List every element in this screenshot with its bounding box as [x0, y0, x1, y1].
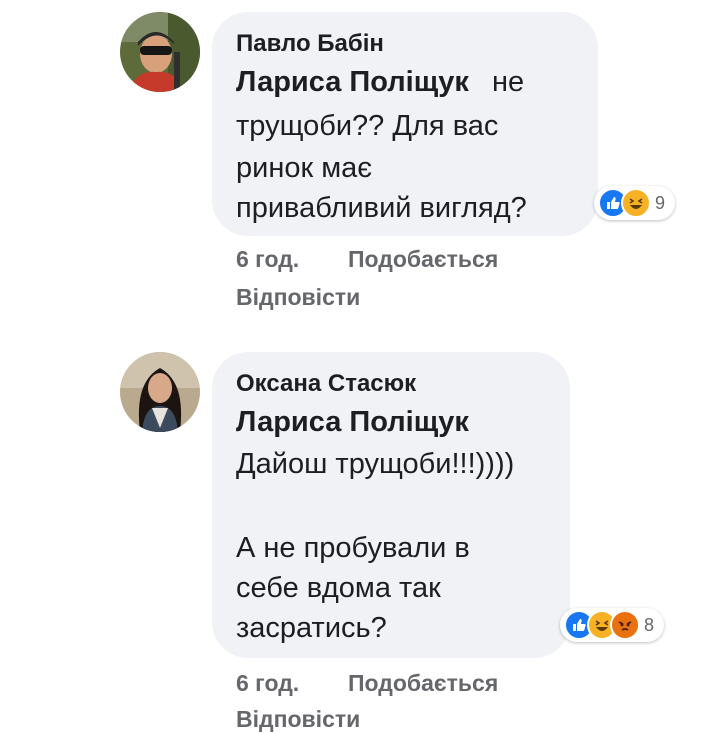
reply-button[interactable]: Відповісти — [236, 706, 360, 733]
avatar[interactable] — [120, 12, 200, 92]
comment-author[interactable]: Оксана Стасюк — [236, 370, 416, 398]
comment-text-line: засратись? — [236, 612, 387, 644]
mention-link[interactable]: Лариса Поліщук — [236, 66, 469, 99]
like-button[interactable]: Подобається — [348, 670, 498, 697]
comment-author[interactable]: Павло Бабін — [236, 30, 384, 58]
user-photo-icon — [120, 352, 200, 432]
reactions-summary[interactable]: 8 — [560, 608, 665, 642]
comment: Павло Бабін Лариса Поліщук не трущоби?? … — [0, 0, 718, 330]
angry-icon — [610, 610, 640, 640]
haha-icon — [621, 188, 651, 218]
like-button[interactable]: Подобається — [348, 246, 498, 273]
mention-link[interactable]: Лариса Поліщук — [236, 406, 469, 439]
comment-text-line: себе вдома так — [236, 572, 441, 604]
comment-text-line: ринок має — [236, 152, 373, 184]
user-photo-icon — [120, 12, 200, 92]
reaction-count: 8 — [644, 614, 655, 635]
comment-text-line: не — [492, 66, 525, 98]
reactions-summary[interactable]: 9 — [594, 186, 676, 220]
comment-timestamp[interactable]: 6 год. — [236, 246, 299, 273]
comment-text-line: А не пробували в — [236, 532, 470, 564]
comment-text-line: трущоби?? Для вас — [236, 110, 499, 142]
comment-timestamp[interactable]: 6 год. — [236, 670, 299, 697]
comment-text-line: привабливий вигляд? — [236, 192, 527, 224]
comment-text-line: Дайош трущоби!!!)))) — [236, 448, 515, 480]
reaction-count: 9 — [655, 192, 666, 213]
avatar[interactable] — [120, 352, 200, 432]
comment: Оксана Стасюк Лариса Поліщук Дайош трущо… — [0, 340, 718, 732]
reply-button[interactable]: Відповісти — [236, 284, 360, 311]
